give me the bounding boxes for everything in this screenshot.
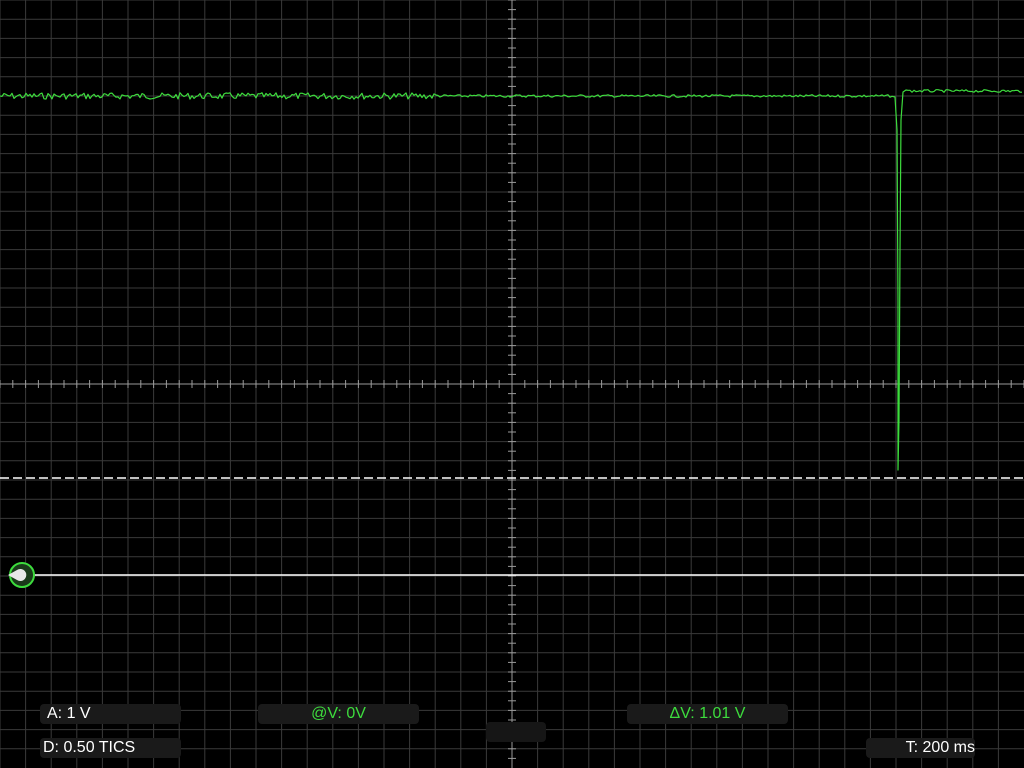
ground-level-marker-icon[interactable]	[5, 561, 39, 589]
oscilloscope-screen[interactable]: A: 1 V D: 0.50 TICS @V: 0V ΔV: 1.01 V T:…	[0, 0, 1024, 768]
delta-voltage-readout[interactable]: ΔV: 1.01 V	[627, 704, 788, 724]
center-handle-tab[interactable]	[486, 722, 546, 742]
cursor-voltage-readout[interactable]: @V: 0V	[258, 704, 419, 724]
timebase-readout[interactable]: T: 200 ms	[866, 738, 975, 758]
amplitude-readout[interactable]: A: 1 V	[40, 704, 181, 724]
divisions-readout[interactable]: D: 0.50 TICS	[40, 738, 181, 758]
scope-grid	[0, 0, 1024, 768]
